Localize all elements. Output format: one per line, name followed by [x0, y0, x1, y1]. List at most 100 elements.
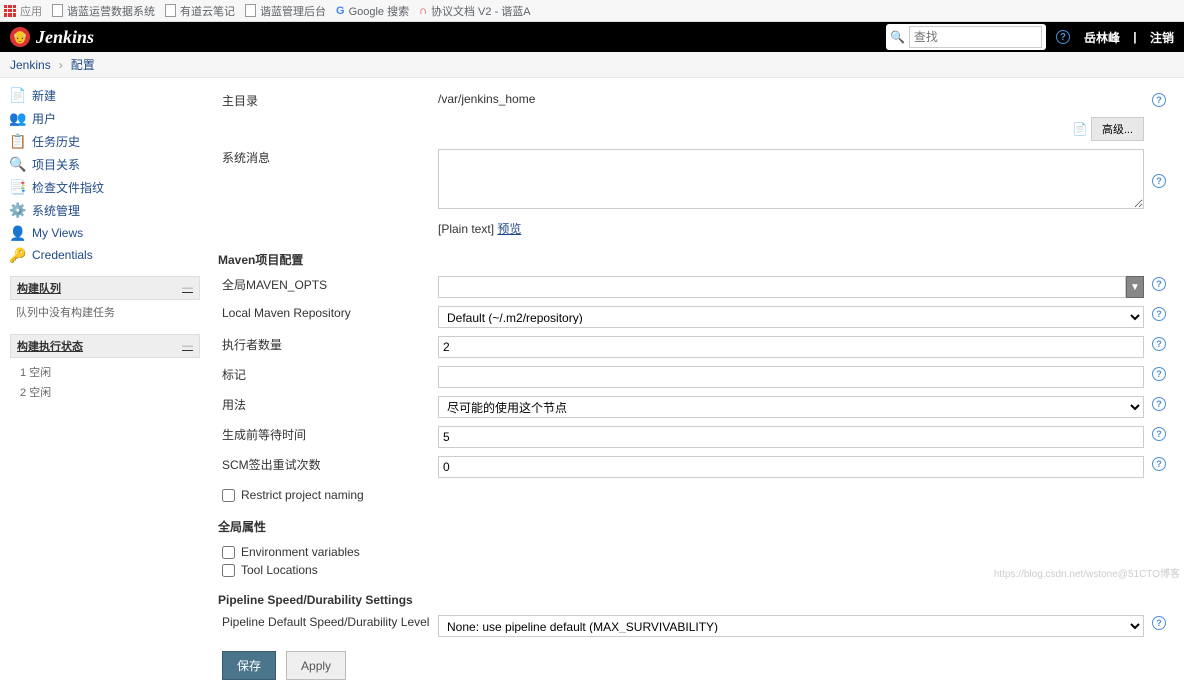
env-vars-label: Environment variables: [241, 545, 360, 559]
logout-separator: |: [1130, 30, 1140, 44]
collapse-icon[interactable]: —: [182, 340, 193, 352]
maven-opts-label: 全局MAVEN_OPTS: [214, 272, 434, 302]
executors-label: 执行者数量: [214, 332, 434, 362]
restrict-naming-label: Restrict project naming: [241, 488, 364, 502]
sidebar-item-myviews[interactable]: 👤 My Views: [0, 222, 210, 244]
sidebar-item-credentials[interactable]: 🔑Credentials: [0, 244, 210, 266]
help-icon[interactable]: ?: [1152, 337, 1166, 351]
bookmark-item[interactable]: 有道云笔记: [165, 3, 235, 19]
sidebar-label: 用户: [32, 110, 56, 127]
quiet-input[interactable]: [438, 426, 1144, 448]
quiet-label: 生成前等待时间: [214, 422, 434, 452]
person-icon: 👤: [10, 225, 26, 241]
save-button[interactable]: 保存: [222, 651, 276, 680]
help-icon[interactable]: ?: [1152, 93, 1166, 107]
main-content: 主目录 /var/jenkins_home ? 📄 高级... 系统消息 ?: [210, 78, 1184, 700]
bookmark-item[interactable]: 谐蓝运营数据系统: [52, 3, 155, 19]
sidebar-label: 新建: [32, 87, 56, 104]
apps-icon: [4, 5, 16, 17]
local-repo-label: Local Maven Repository: [214, 302, 434, 332]
help-icon[interactable]: ?: [1152, 457, 1166, 471]
help-icon[interactable]: ?: [1152, 174, 1166, 188]
bookmarks-apps-label: 应用: [20, 3, 42, 19]
breadcrumb-page[interactable]: 配置: [71, 56, 95, 73]
users-icon: 👥: [10, 111, 26, 127]
notepad-icon: 📄: [1073, 122, 1088, 136]
exec-status-header: 构建执行状态 —: [10, 334, 200, 358]
restrict-naming-checkbox[interactable]: [222, 489, 235, 502]
sidebar-label: 项目关系: [32, 156, 80, 173]
pipeline-default-select[interactable]: None: use pipeline default (MAX_SURVIVAB…: [438, 615, 1144, 637]
executor-row: 1 空闲: [16, 362, 194, 382]
search-input[interactable]: [909, 26, 1042, 48]
pipeline-default-label: Pipeline Default Speed/Durability Level: [214, 611, 434, 641]
sidebar-item-new[interactable]: 📄新建: [0, 84, 210, 107]
collapse-icon[interactable]: —: [182, 282, 193, 294]
usage-label: 用法: [214, 392, 434, 422]
local-repo-select[interactable]: Default (~/.m2/repository): [438, 306, 1144, 328]
watermark: https://blog.csdn.net/wstone@51CTO博客: [994, 565, 1180, 580]
usage-select[interactable]: 尽可能的使用这个节点: [438, 396, 1144, 418]
sidebar: 📄新建 👥 用户 📋 任务历史 🔍 项目关系 📑 检查文件指纹 ⚙️ 系统管理 👤 My V…: [0, 78, 210, 700]
bookmarks-apps[interactable]: 应用: [4, 3, 42, 19]
sys-msg-textarea[interactable]: [438, 149, 1144, 209]
pipeline-section-header: Pipeline Speed/Durability Settings: [214, 583, 1170, 611]
page-header: 👴 Jenkins 🔍 ? 岳林峰 | 注销: [0, 22, 1184, 52]
jenkins-logo-icon: 👴: [10, 27, 30, 47]
horseshoe-icon: ∩: [419, 5, 427, 17]
logout-link[interactable]: 注销: [1150, 29, 1174, 46]
tool-loc-checkbox[interactable]: [222, 564, 235, 577]
sidebar-item-relations[interactable]: 🔍 项目关系: [0, 153, 210, 176]
labels-input[interactable]: [438, 366, 1144, 388]
executor-row: 2 空闲: [16, 382, 194, 402]
sidebar-item-manage[interactable]: ⚙️ 系统管理: [0, 199, 210, 222]
sidebar-label: Credentials: [32, 248, 93, 262]
sidebar-item-fingerprint[interactable]: 📑 检查文件指纹: [0, 176, 210, 199]
breadcrumb: Jenkins › 配置: [0, 52, 1184, 78]
help-icon[interactable]: ?: [1152, 427, 1166, 441]
bookmark-item[interactable]: ∩协议文档 V2 - 谐蓝A: [419, 3, 531, 19]
scm-retry-input[interactable]: [438, 456, 1144, 478]
help-icon[interactable]: ?: [1152, 277, 1166, 291]
document-icon: [52, 4, 63, 17]
sidebar-label: 系统管理: [32, 202, 80, 219]
help-icon[interactable]: ?: [1152, 397, 1166, 411]
preview-link[interactable]: 预览: [497, 222, 521, 236]
fingerprint-icon: 📑: [10, 180, 26, 196]
sidebar-label: My Views: [32, 226, 83, 240]
gear-icon: ⚙️: [10, 203, 26, 219]
help-icon[interactable]: ?: [1152, 616, 1166, 630]
sidebar-item-history[interactable]: 📋 任务历史: [0, 130, 210, 153]
sidebar-label: 任务历史: [32, 133, 80, 150]
google-icon: G: [336, 5, 345, 17]
maven-section-header: Maven项目配置: [214, 241, 1170, 272]
search-icon: 🔍: [10, 157, 26, 173]
bookmark-item[interactable]: 谐蓝管理后台: [245, 3, 326, 19]
breadcrumb-root[interactable]: Jenkins: [10, 58, 51, 72]
executors-input[interactable]: [438, 336, 1144, 358]
build-queue-title: 构建队列: [17, 280, 61, 296]
scm-retry-label: SCM签出重试次数: [214, 452, 434, 482]
global-props-header: 全局属性: [214, 508, 1170, 539]
apply-button[interactable]: Apply: [286, 651, 346, 680]
advanced-button[interactable]: 高级...: [1091, 117, 1144, 141]
expand-button[interactable]: ▼: [1126, 276, 1144, 298]
header-title[interactable]: Jenkins: [36, 27, 94, 48]
help-icon[interactable]: ?: [1152, 307, 1166, 321]
home-dir-label: 主目录: [214, 88, 434, 113]
maven-opts-input[interactable]: [438, 276, 1126, 298]
help-icon[interactable]: ?: [1056, 30, 1070, 44]
help-icon[interactable]: ?: [1152, 367, 1166, 381]
build-queue-empty: 队列中没有构建任务: [10, 300, 200, 324]
document-icon: [245, 4, 256, 17]
search-box[interactable]: 🔍: [886, 24, 1046, 50]
document-icon: [165, 4, 176, 17]
sidebar-label: 检查文件指纹: [32, 179, 104, 196]
bookmark-item[interactable]: GGoogle 搜索: [336, 3, 409, 19]
history-icon: 📋: [10, 134, 26, 150]
home-dir-value: /var/jenkins_home: [434, 88, 1148, 113]
user-link[interactable]: 岳林峰: [1084, 29, 1120, 46]
sidebar-item-users[interactable]: 👥 用户: [0, 107, 210, 130]
labels-label: 标记: [214, 362, 434, 392]
env-vars-checkbox[interactable]: [222, 546, 235, 559]
